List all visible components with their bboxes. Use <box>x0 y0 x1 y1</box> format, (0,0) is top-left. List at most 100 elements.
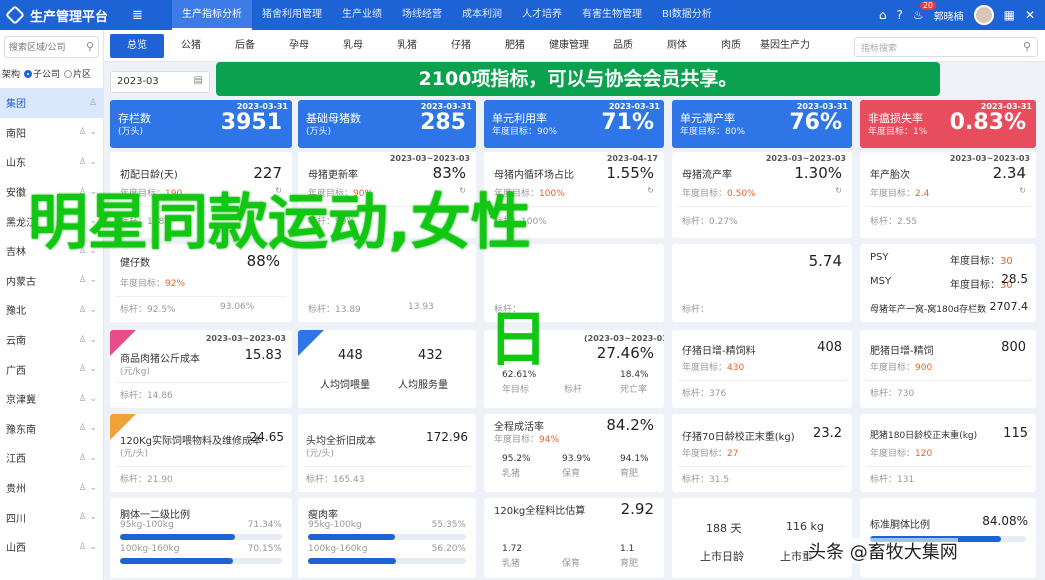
sub-tab[interactable]: 健康管理 <box>542 34 596 58</box>
help-icon[interactable]: ? <box>896 8 902 22</box>
home-icon[interactable]: ⌂ <box>879 8 887 22</box>
card-finisher-gain[interactable]: 肥猪日增-精饲 800 年度目标：900 标杆：730 <box>860 330 1036 408</box>
person-icon[interactable]: ♙ <box>89 98 97 108</box>
search-icon[interactable]: ⚲ <box>1023 40 1031 53</box>
card-per-capita[interactable]: 448 432 人均饲喂量 人均服务量 <box>298 330 476 408</box>
card-feed-repair-cost[interactable]: 120Kg实际饲喂物料及维修成本 24.65 (元/头) 标杆：21.90 <box>110 414 292 492</box>
region-search-input[interactable] <box>5 37 85 57</box>
expand-icon[interactable]: ↻ <box>1019 186 1026 195</box>
person-icon[interactable]: ♙ ⌄ <box>79 275 97 285</box>
bell-icon[interactable]: ♨ 20 <box>913 1 937 22</box>
sidebar-item[interactable]: 集团 ♙ <box>0 88 103 118</box>
person-icon[interactable]: ♙ ⌄ <box>79 157 97 167</box>
metric-card[interactable]: 2023-03~2023-03 母猪流产率 1.30% 年度目标：0.50% ↻… <box>672 152 852 238</box>
top-nav-item[interactable]: 生产业绩 <box>332 0 392 30</box>
sidebar-item-label: 云南 <box>6 336 26 348</box>
indicator-search[interactable]: 指标搜索 ⚲ <box>854 37 1038 57</box>
card-feed-ratio-120[interactable]: 120kg全程料比估算 2.92 1.72 乳猪 保育 1.1 育肥 <box>484 498 664 578</box>
top-nav-item[interactable]: 猪舍利用管理 <box>252 0 332 30</box>
card-depreciation[interactable]: 头均全折旧成本 172.96 (元/头) 标杆：165.43 <box>298 414 476 492</box>
person-icon[interactable]: ♙ ⌄ <box>79 364 97 374</box>
sidebar-item[interactable]: 豫东南 ♙ ⌄ <box>0 414 103 444</box>
menu-toggle-icon[interactable]: ≣ <box>132 8 143 23</box>
sub-tab[interactable]: 肉质 <box>704 34 758 58</box>
sidebar-item[interactable]: 贵州 ♙ ⌄ <box>0 473 103 503</box>
sub-tab[interactable]: 后备 <box>218 34 272 58</box>
card-target: 年度目标：900 <box>870 363 933 373</box>
sub-tab[interactable]: 厕体 <box>650 34 704 58</box>
sidebar-item[interactable]: 江西 ♙ ⌄ <box>0 443 103 473</box>
sidebar-item[interactable]: 豫北 ♙ ⌄ <box>0 295 103 325</box>
card-bench: 标杆：14.86 <box>120 391 173 401</box>
top-nav-item[interactable]: 成本利润 <box>452 0 512 30</box>
structure-radios: 架构 子公司 片区 <box>0 64 103 82</box>
sub-tab[interactable]: 孕母 <box>272 34 326 58</box>
calendar-icon[interactable]: ▤ <box>194 75 203 86</box>
kpi-card[interactable]: 2023-03-31 非瘟损失率 年度目标：1% 0.83% <box>860 100 1036 148</box>
card-bench: 标杆：31.5 <box>682 475 730 485</box>
grid-icon[interactable]: ▦ <box>1004 8 1015 22</box>
radio-subsidiary[interactable]: 子公司 <box>24 67 60 80</box>
card-date: 2023-03~2023-03 <box>205 334 286 343</box>
kpi-value: 3951 <box>220 110 282 135</box>
person-icon[interactable]: ♙ ⌄ <box>79 394 97 404</box>
indicator-search-placeholder[interactable]: 指标搜索 <box>861 44 897 54</box>
person-icon[interactable]: ♙ ⌄ <box>79 453 97 463</box>
top-nav-item[interactable]: 人才培养 <box>512 0 572 30</box>
top-nav-item[interactable]: BI数据分析 <box>652 0 722 30</box>
sidebar-item[interactable]: 云南 ♙ ⌄ <box>0 325 103 355</box>
kpi-card[interactable]: 2023-03-31 存栏数 (万头) 3951 <box>110 100 292 148</box>
top-nav-item[interactable]: 有害生物管理 <box>572 0 652 30</box>
kpi-card[interactable]: 2023-03-31 单元利用率 年度目标：90% 71% <box>484 100 664 148</box>
person-icon[interactable]: ♙ ⌄ <box>79 483 97 493</box>
sidebar-item[interactable]: 广西 ♙ ⌄ <box>0 354 103 384</box>
person-icon[interactable]: ♙ ⌄ <box>79 542 97 552</box>
card-carcass-grade[interactable]: 胴体一二级比例 95kg-100kg 71.34% 100kg-160kg 70… <box>110 498 292 578</box>
sub-tab[interactable]: 基因生产力 <box>758 34 812 58</box>
date-value[interactable]: 2023-03 <box>117 76 159 87</box>
top-nav-item[interactable]: 生产指标分析 <box>172 0 252 30</box>
sidebar-item[interactable]: 山西 ♙ ⌄ <box>0 532 103 562</box>
sidebar-item[interactable]: 南阳 ♙ ⌄ <box>0 118 103 148</box>
person-icon[interactable]: ♙ ⌄ <box>79 305 97 315</box>
kpi-card[interactable]: 2023-03-31 单元满产率 年度目标：80% 76% <box>672 100 852 148</box>
kpi-card[interactable]: 2023-03-31 基础母猪数 (万头) 285 <box>298 100 476 148</box>
card-cost-per-kg[interactable]: 2023-03~2023-03 商品肉猪公斤成本 15.83 (元/kg) 标杆… <box>110 330 292 408</box>
card-piglet-70d-weight[interactable]: 仔猪70日龄校正末重(kg) 23.2 年度目标：27 标杆：31.5 <box>672 414 852 492</box>
person-icon[interactable]: ♙ ⌄ <box>79 512 97 522</box>
sidebar-item[interactable]: 山东 ♙ ⌄ <box>0 147 103 177</box>
expand-icon[interactable]: ↻ <box>835 186 842 195</box>
user-name[interactable]: 郭晓楠 <box>934 8 964 23</box>
sub-tab[interactable]: 乳猪 <box>380 34 434 58</box>
card-lean-rate[interactable]: 瘦肉率 95kg-100kg 55.35% 100kg-160kg 56.20% <box>298 498 476 578</box>
card-finisher-180d-weight[interactable]: 肥猪180日龄校正末重(kg) 115 年度目标：120 标杆：131 <box>860 414 1036 492</box>
card-date: 2023-03~2023-03 <box>389 154 470 163</box>
person-icon[interactable]: ♙ ⌄ <box>79 335 97 345</box>
card-farrow-survival[interactable]: 5.74 标杆： <box>672 244 852 322</box>
sub-tab[interactable]: 品质 <box>596 34 650 58</box>
card-psy-msy[interactable]: PSY 年度目标：30 MSY 年度目标：30 28.5 母猪年产一窝-窝180… <box>860 244 1036 322</box>
avatar[interactable] <box>973 5 994 25</box>
date-picker[interactable]: 2023-03 ▤ <box>110 71 210 93</box>
sidebar-item[interactable]: 内蒙古 ♙ ⌄ <box>0 266 103 296</box>
close-icon[interactable]: ✕ <box>1025 8 1035 22</box>
sidebar-item[interactable]: 京津冀 ♙ ⌄ <box>0 384 103 414</box>
sub-tab[interactable]: 仔猪 <box>434 34 488 58</box>
metric-card[interactable]: 2023-03~2023-03 年产胎次 2.34 年度目标：2.4 ↻ 标杆：… <box>860 152 1036 238</box>
person-icon[interactable]: ♙ ⌄ <box>79 423 97 433</box>
sub-tab[interactable]: 公猪 <box>164 34 218 58</box>
expand-icon[interactable]: ↻ <box>647 186 654 195</box>
card-piglet-gain[interactable]: 仔猪日增-精饲料 408 年度目标：430 标杆：376 <box>672 330 852 408</box>
region-search[interactable]: ⚲ <box>4 36 99 58</box>
sub-tab[interactable]: 乳母 <box>326 34 380 58</box>
card-overall-survival[interactable]: 全程成活率 84.2% 年度目标：94% 95.2% 乳猪 93.9% 保育 9… <box>484 414 664 492</box>
top-nav-item[interactable]: 场线经营 <box>392 0 452 30</box>
search-icon[interactable]: ⚲ <box>86 40 94 53</box>
sub-tab[interactable]: 总览 <box>110 34 164 58</box>
kpi-sub: 年度目标：1% <box>868 127 928 137</box>
sub-tab[interactable]: 肥猪 <box>488 34 542 58</box>
radio-area[interactable]: 片区 <box>64 67 91 80</box>
sidebar-item[interactable]: 四川 ♙ ⌄ <box>0 502 103 532</box>
person-icon[interactable]: ♙ ⌄ <box>79 127 97 137</box>
progress-bar-2 <box>308 558 466 564</box>
